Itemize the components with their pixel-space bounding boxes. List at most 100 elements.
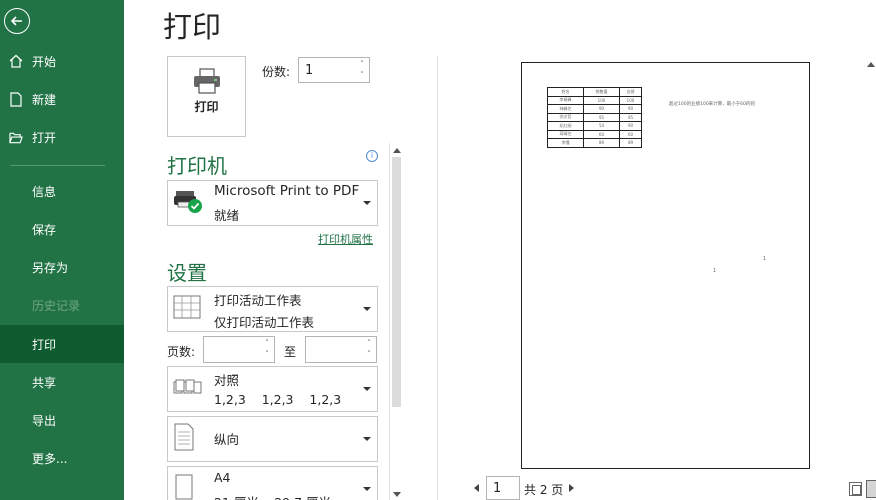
preview-table-row: 李懂 89 89: [547, 138, 642, 148]
next-page-icon[interactable]: [569, 484, 574, 492]
pages-to-input[interactable]: ˄ ˅: [305, 336, 377, 363]
copies-stepper[interactable]: 1 ˄ ˅: [298, 57, 370, 83]
preview-table-cell: 销售量: [583, 87, 620, 97]
preview-table-cell: 54: [583, 121, 620, 131]
show-margins-icon[interactable]: [849, 482, 862, 496]
printer-heading: 打印机: [167, 154, 227, 178]
preview-table-row: 李易峰 100 100: [547, 95, 642, 105]
nav-item-print[interactable]: 打印: [0, 325, 124, 363]
paper-size-desc: 21 厘米 x 29.7 厘米: [214, 492, 331, 500]
page-total: 共 2 页: [524, 483, 564, 497]
home-icon: [9, 53, 23, 69]
worksheet-icon: [173, 295, 201, 323]
scroll-down-icon[interactable]: [393, 492, 401, 497]
print-scope-title: 打印活动工作表: [214, 293, 302, 308]
back-button[interactable]: [4, 8, 30, 34]
nav-label-open: 打开: [32, 130, 57, 145]
info-icon[interactable]: i: [366, 150, 378, 162]
collate-dropdown[interactable]: 对照 1,2,3 1,2,3 1,2,3: [167, 366, 378, 412]
preview-table-cell: 李懂: [547, 138, 584, 148]
preview-table-row: 林峰芝 90 90: [547, 104, 642, 114]
nav-label-export: 导出: [32, 413, 57, 428]
preview-table: 姓名 销售量 业绩 李易峰 100 100 林峰芝 90 90 徐文哲 95 95 纪红阅 54 90 蒋晴芝…: [547, 87, 642, 148]
preview-table-cell: 徐文哲: [547, 112, 584, 122]
nav-label-print: 打印: [32, 337, 57, 352]
paper-icon: [173, 473, 195, 500]
paper-size-dropdown[interactable]: A4 21 厘米 x 29.7 厘米: [167, 466, 378, 500]
preview-table-cell: 姓名: [547, 87, 584, 97]
preview-table-row: 纪红阅 54 90: [547, 121, 642, 131]
nav-label-history: 历史记录: [32, 298, 81, 313]
printer-name: Microsoft Print to PDF: [214, 183, 360, 199]
print-scope-dropdown[interactable]: 打印活动工作表 仅打印活动工作表: [167, 286, 378, 332]
print-button[interactable]: 打印: [167, 56, 246, 137]
chevron-down-icon: [363, 201, 371, 205]
previous-page-icon[interactable]: [474, 484, 479, 492]
page-title: 打印: [163, 10, 222, 44]
pages-to-label: 至: [284, 345, 297, 359]
stepper-arrows-icon[interactable]: ˄ ˅: [357, 59, 367, 81]
preview-table-cell: 李易峰: [547, 95, 584, 105]
preview-table-cell: 100: [583, 95, 620, 105]
orientation-dropdown[interactable]: 纵向: [167, 416, 378, 462]
pages-from-input[interactable]: ˄ ˅: [203, 336, 275, 363]
preview-table-cell: 业绩: [619, 87, 642, 97]
preview-table-cell: 100: [619, 95, 642, 105]
scroll-thumb[interactable]: [392, 157, 401, 407]
preview-table-row: 徐文哲 95 95: [547, 112, 642, 122]
printer-status: 就绪: [214, 208, 240, 223]
preview-table-cell: 95: [583, 112, 620, 122]
preview-mark: 1: [763, 256, 767, 262]
nav-label-more: 更多...: [32, 451, 68, 466]
pages-label: 页数:: [167, 345, 196, 359]
printer-properties-link[interactable]: 打印机属性: [318, 231, 373, 247]
nav-item-more[interactable]: 更多...: [0, 439, 124, 477]
chevron-down-icon: [363, 387, 371, 391]
preview-note: 超过100的业绩100来计算，最小于60的则: [669, 102, 755, 107]
scroll-up-icon[interactable]: [393, 148, 401, 153]
stepper-arrows-icon[interactable]: ˄ ˅: [364, 338, 374, 360]
nav-item-save[interactable]: 保存: [0, 210, 124, 248]
nav-label-new: 新建: [32, 92, 57, 107]
page-number-input[interactable]: 1: [486, 476, 520, 500]
pane-divider: [437, 56, 438, 500]
nav-separator: [10, 165, 105, 166]
zoom-to-page-icon[interactable]: [866, 480, 876, 498]
scroll-up-icon[interactable]: [867, 62, 875, 67]
nav-item-info[interactable]: 信息: [0, 172, 124, 210]
print-preview-page: 姓名 销售量 业绩 李易峰 100 100 林峰芝 90 90 徐文哲 95 95 纪红阅 54 90 蒋晴芝…: [521, 62, 810, 469]
preview-table-cell: 纪红阅: [547, 121, 584, 131]
preview-table-cell: 89: [583, 138, 620, 148]
settings-scrollbar[interactable]: [389, 143, 403, 500]
preview-table-cell: 60: [619, 129, 642, 139]
backstage-sidebar: 开始 新建 打开 信息 保存 另存为 历史记录 打印 共享 导出 更多...: [0, 0, 124, 500]
chevron-down-icon: [363, 307, 371, 311]
preview-table-cell: 林峰芝: [547, 104, 584, 114]
printer-ready-icon: [173, 187, 205, 219]
copies-value: 1: [305, 63, 314, 78]
nav-item-save-as[interactable]: 另存为: [0, 248, 124, 286]
nav-label-home: 开始: [32, 54, 57, 69]
nav-item-home[interactable]: 开始: [0, 42, 124, 80]
nav-item-share[interactable]: 共享: [0, 363, 124, 401]
preview-table-cell: 蒋晴芝: [547, 129, 584, 139]
chevron-down-icon: [363, 487, 371, 491]
orientation-title: 纵向: [214, 432, 240, 447]
portrait-page-icon: [173, 423, 195, 455]
preview-table-cell: 90: [619, 121, 642, 131]
nav-item-export[interactable]: 导出: [0, 401, 124, 439]
settings-heading: 设置: [167, 261, 207, 285]
preview-table-cell: 90: [619, 104, 642, 114]
nav-item-new[interactable]: 新建: [0, 80, 124, 118]
preview-mark: 1: [713, 268, 717, 274]
stepper-arrows-icon[interactable]: ˄ ˅: [262, 338, 272, 360]
preview-table-row: 蒋晴芝 60 60: [547, 129, 642, 139]
paper-size-title: A4: [214, 470, 231, 485]
nav-item-open[interactable]: 打开: [0, 118, 124, 156]
nav-label-share: 共享: [32, 375, 57, 390]
preview-scrollbar[interactable]: [866, 56, 876, 476]
preview-table-cell: 60: [583, 129, 620, 139]
printer-dropdown[interactable]: Microsoft Print to PDF 就绪: [167, 180, 378, 226]
nav-label-save: 保存: [32, 222, 57, 237]
nav-label-save-as: 另存为: [32, 260, 69, 275]
